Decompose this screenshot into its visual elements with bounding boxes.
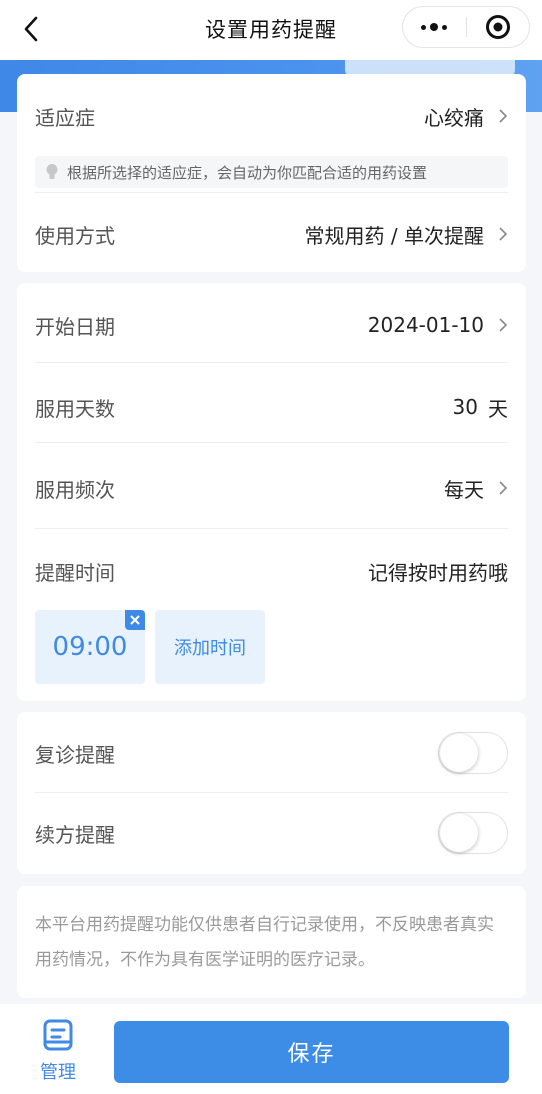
clipboard-icon <box>43 1019 73 1051</box>
toggle-knob <box>440 734 478 772</box>
frequency-value: 每天 <box>444 477 484 502</box>
frequency-row[interactable]: 服用频次 每天 <box>35 458 508 518</box>
manage-label: 管理 <box>40 1062 76 1083</box>
schedule-card: 开始日期 2024-01-10 服用天数 30 天 服用频次 每天 提醒时间 记… <box>17 283 526 701</box>
toggles-card: 复诊提醒 续方提醒 <box>17 712 526 874</box>
usage-label: 使用方式 <box>35 223 115 248</box>
remove-time-button[interactable] <box>125 610 145 630</box>
indication-label: 适应症 <box>35 105 95 130</box>
reminder-time-row: 提醒时间 记得按时用药哦 <box>35 541 508 601</box>
refill-toggle[interactable] <box>438 812 508 854</box>
navigation-bar: 设置用药提醒 <box>0 0 542 60</box>
divider <box>35 442 508 443</box>
days-value[interactable]: 30 <box>453 395 478 419</box>
more-dots-icon <box>421 23 448 31</box>
days-row[interactable]: 服用天数 30 天 <box>35 377 508 437</box>
chevron-right-icon <box>499 481 508 495</box>
divider <box>35 528 508 529</box>
manage-button[interactable]: 管理 <box>28 1018 88 1092</box>
bottom-bar: 管理 保存 <box>0 1004 542 1094</box>
divider <box>35 792 508 793</box>
divider <box>35 362 508 363</box>
indication-tip: 根据所选择的适应症，会自动为你匹配合适的用药设置 <box>35 156 508 188</box>
days-label: 服用天数 <box>35 396 115 421</box>
save-button[interactable]: 保存 <box>114 1021 509 1083</box>
reminder-time-hint: 记得按时用药哦 <box>368 560 508 585</box>
close-miniprogram-button[interactable] <box>467 7 530 47</box>
add-time-button[interactable]: 添加时间 <box>155 610 265 684</box>
chevron-right-icon <box>499 227 508 241</box>
followup-label: 复诊提醒 <box>35 742 115 767</box>
reminder-time-label: 提醒时间 <box>35 560 115 585</box>
indication-card: 适应症 心绞痛 根据所选择的适应症，会自动为你匹配合适的用药设置 使用方式 常规… <box>17 74 526 272</box>
indication-row[interactable]: 适应症 心绞痛 <box>35 86 508 146</box>
start-date-label: 开始日期 <box>35 314 115 339</box>
followup-row: 复诊提醒 <box>35 723 508 783</box>
indication-value: 心绞痛 <box>424 105 484 130</box>
refill-row: 续方提醒 <box>35 803 508 863</box>
tip-text: 根据所选择的适应症，会自动为你匹配合适的用药设置 <box>67 163 428 182</box>
start-date-row[interactable]: 开始日期 2024-01-10 <box>35 295 508 355</box>
close-icon <box>130 615 140 625</box>
start-date-value: 2024-01-10 <box>367 313 484 337</box>
disclaimer-card: 本平台用药提醒功能仅供患者自行记录使用，不反映患者真实用药情况，不作为具有医学证… <box>17 886 526 998</box>
chevron-right-icon <box>499 318 508 332</box>
mini-program-capsule <box>402 6 530 48</box>
days-unit: 天 <box>488 396 508 421</box>
divider <box>35 192 508 193</box>
more-button[interactable] <box>403 7 466 47</box>
time-chip[interactable]: 09:00 <box>35 610 145 684</box>
target-icon <box>485 15 510 39</box>
toggle-knob <box>440 814 478 852</box>
refill-label: 续方提醒 <box>35 822 115 847</box>
disclaimer-text: 本平台用药提醒功能仅供患者自行记录使用，不反映患者真实用药情况，不作为具有医学证… <box>35 915 494 970</box>
followup-toggle[interactable] <box>438 732 508 774</box>
usage-row[interactable]: 使用方式 常规用药 / 单次提醒 <box>35 204 508 264</box>
time-chip-value: 09:00 <box>52 632 128 662</box>
lightbulb-icon <box>45 163 59 181</box>
frequency-label: 服用频次 <box>35 477 115 502</box>
usage-value: 常规用药 / 单次提醒 <box>304 223 484 248</box>
chevron-right-icon <box>499 109 508 123</box>
